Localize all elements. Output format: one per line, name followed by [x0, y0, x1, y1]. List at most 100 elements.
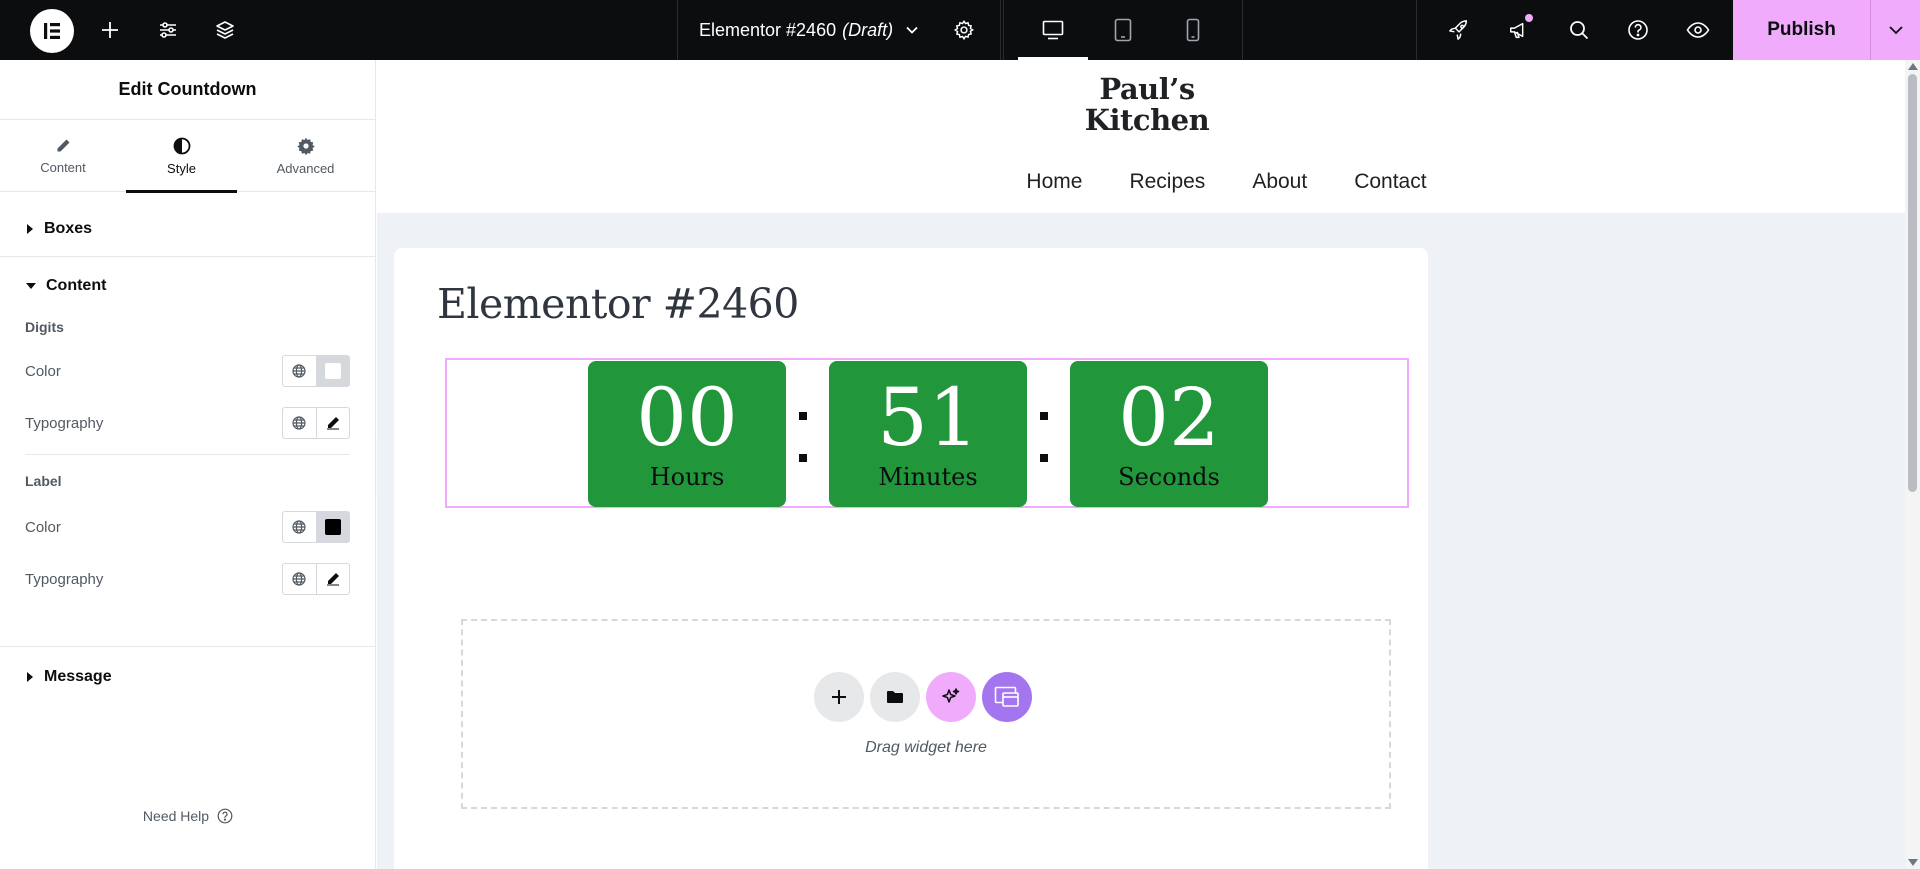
countdown-minutes-box: 51 Minutes — [829, 361, 1027, 507]
templates-icon — [994, 686, 1019, 707]
tab-content[interactable]: Content — [0, 120, 126, 192]
add-element-button[interactable] — [90, 0, 130, 60]
structure-icon — [216, 21, 234, 39]
desktop-mode-button[interactable] — [1018, 0, 1088, 60]
pencil-icon — [326, 417, 339, 430]
color-swatch — [324, 363, 341, 379]
add-icon — [102, 22, 118, 38]
pencil-icon — [326, 573, 339, 586]
countdown-widget[interactable]: 00 Hours 51 Minutes 02 Seconds — [445, 358, 1409, 508]
page-settings-button[interactable] — [940, 0, 988, 60]
countdown-seconds-value: 02 — [1118, 371, 1220, 464]
chevron-down-icon — [906, 26, 918, 34]
canvas-scrollbar[interactable] — [1905, 60, 1920, 869]
site-settings-icon — [160, 22, 176, 38]
sparkle-icon — [942, 688, 960, 703]
label-typography-control: Typography — [0, 553, 375, 605]
edit-typography-button[interactable] — [315, 564, 349, 594]
divider — [25, 454, 350, 455]
publish-button[interactable]: Publish — [1733, 0, 1870, 60]
ai-build-button[interactable] — [926, 672, 976, 722]
preview-button[interactable] — [1676, 0, 1720, 60]
publish-options-button[interactable] — [1870, 0, 1920, 60]
caret-right-icon — [27, 672, 33, 682]
nav-about[interactable]: About — [1252, 170, 1307, 194]
add-section-button[interactable] — [814, 672, 864, 722]
caret-right-icon — [27, 224, 33, 234]
elementor-logo-icon[interactable] — [30, 9, 74, 53]
nav-contact[interactable]: Contact — [1354, 170, 1426, 194]
pencil-icon — [57, 139, 70, 151]
whats-new-button[interactable] — [1497, 0, 1541, 60]
scroll-down-arrow[interactable] — [1908, 859, 1918, 866]
page-title: Elementor #2460 — [437, 280, 799, 328]
tab-style-label: Style — [167, 160, 196, 176]
tab-content-label: Content — [40, 159, 86, 175]
structure-button[interactable] — [205, 0, 245, 60]
add-section-dropzone[interactable]: Drag widget here — [461, 619, 1391, 809]
nav-recipes[interactable]: Recipes — [1129, 170, 1205, 194]
tablet-mode-button[interactable] — [1088, 0, 1158, 60]
countdown-hours-value: 00 — [636, 371, 738, 464]
site-logo-line2: Kitchen — [1084, 103, 1210, 137]
gear-icon — [953, 19, 974, 41]
content-area: Elementor #2460 00 Hours 51 Minutes 02 S… — [394, 248, 1428, 869]
global-fonts-button[interactable] — [283, 408, 316, 438]
chevron-down-icon — [1888, 26, 1903, 35]
dropzone-hint: Drag widget here — [865, 739, 987, 756]
site-templates-button[interactable] — [982, 672, 1032, 722]
site-nav: Home Recipes About Contact — [377, 170, 1905, 194]
global-colors-button[interactable] — [283, 512, 316, 542]
folder-icon — [887, 691, 903, 703]
digits-typography-label: Typography — [25, 414, 104, 432]
tab-advanced[interactable]: Advanced — [237, 120, 374, 192]
label-heading: Label — [25, 473, 62, 489]
launchpad-button[interactable] — [1437, 0, 1481, 60]
globe-icon — [292, 520, 307, 534]
countdown-seconds-label: Seconds — [1118, 463, 1220, 491]
globe-icon — [292, 364, 307, 378]
section-message[interactable]: Message — [0, 647, 375, 707]
help-button[interactable] — [1616, 0, 1660, 60]
panel-title: Edit Countdown — [0, 60, 375, 120]
scrollbar-thumb[interactable] — [1908, 74, 1917, 492]
document-status: (Draft) — [842, 19, 894, 40]
need-help-link[interactable]: Need Help — [0, 793, 376, 839]
site-logo[interactable]: Paul’s Kitchen — [1077, 74, 1217, 136]
digits-color-control: Color — [0, 345, 375, 397]
gear-icon — [296, 137, 315, 155]
site-settings-button[interactable] — [148, 0, 188, 60]
document-title: Elementor #2460 — [699, 19, 837, 40]
global-fonts-button[interactable] — [283, 564, 316, 594]
section-boxes[interactable]: Boxes — [0, 198, 375, 260]
tablet-icon — [1114, 18, 1132, 42]
globe-icon — [292, 416, 307, 430]
color-swatch — [324, 519, 341, 535]
countdown-separator — [797, 412, 807, 462]
edit-typography-button[interactable] — [315, 408, 349, 438]
help-icon — [1628, 20, 1648, 40]
tab-style[interactable]: Style — [126, 120, 237, 193]
caret-down-icon — [26, 283, 36, 289]
digits-typography-control: Typography — [0, 397, 375, 449]
global-colors-button[interactable] — [283, 356, 316, 386]
responsive-mode-switcher — [1003, 0, 1243, 60]
desktop-icon — [1042, 20, 1064, 40]
nav-home[interactable]: Home — [1026, 170, 1082, 194]
add-template-button[interactable] — [870, 672, 920, 722]
digits-heading: Digits — [25, 319, 64, 335]
scroll-up-arrow[interactable] — [1908, 63, 1918, 70]
section-content[interactable]: Content — [0, 257, 375, 315]
search-button[interactable] — [1557, 0, 1601, 60]
search-icon — [1570, 21, 1589, 40]
site-header: Paul’s Kitchen Home Recipes About Contac… — [377, 60, 1905, 213]
countdown-hours-label: Hours — [649, 463, 725, 491]
digits-color-swatch[interactable] — [315, 356, 349, 386]
contrast-icon — [173, 137, 190, 154]
section-content-label: Content — [46, 277, 107, 294]
label-color-label: Color — [25, 518, 61, 536]
label-color-swatch[interactable] — [315, 512, 349, 542]
mobile-mode-button[interactable] — [1158, 0, 1228, 60]
countdown-separator — [1038, 412, 1048, 462]
site-logo-line1: Paul’s — [1099, 72, 1195, 106]
